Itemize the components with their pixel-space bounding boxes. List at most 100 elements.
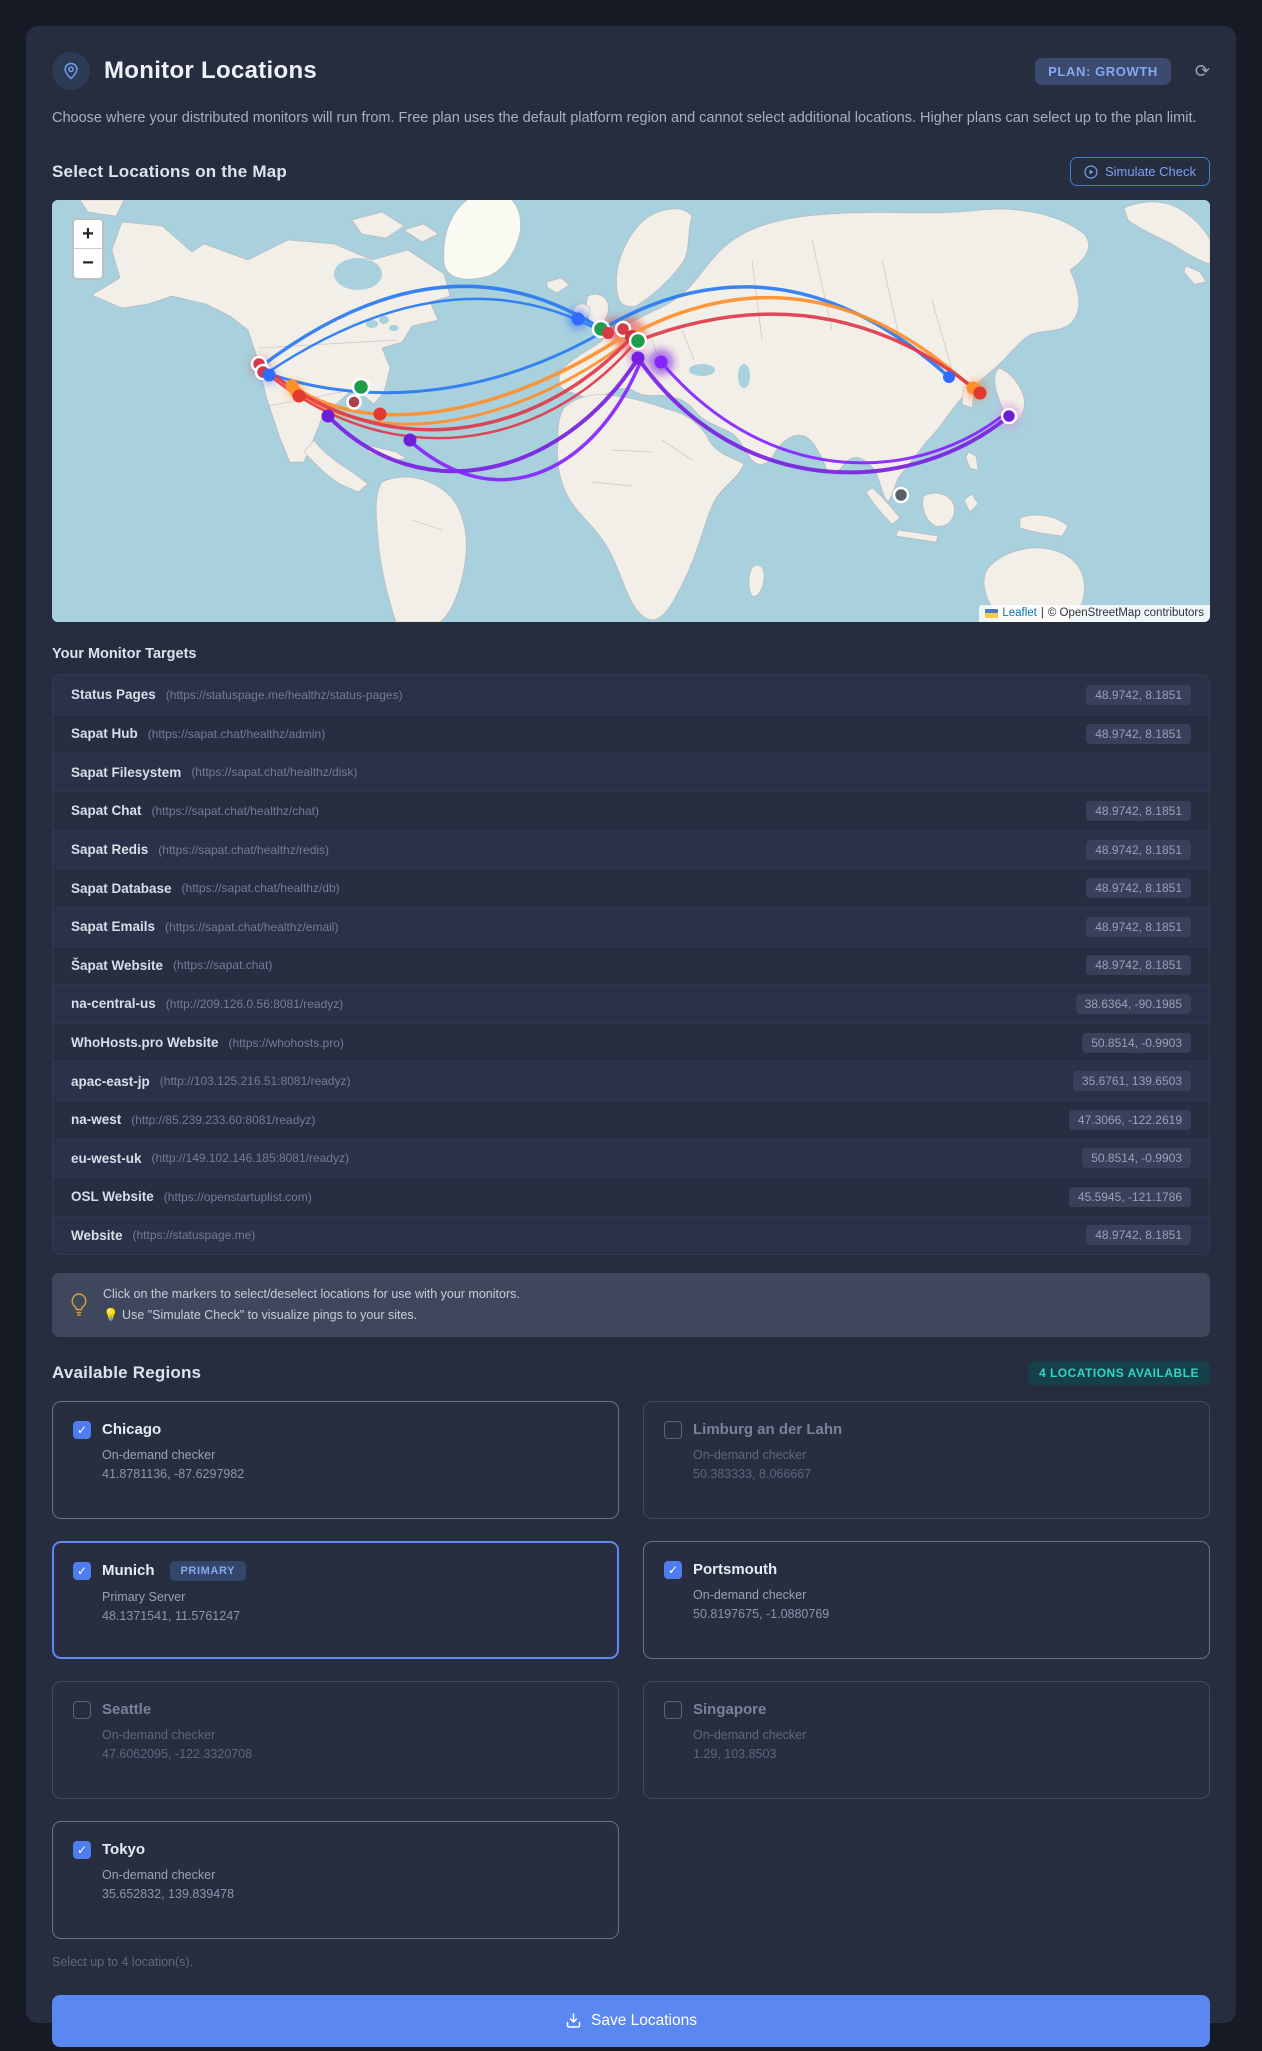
region-subtitle: Primary Server [102, 1589, 186, 1604]
targets-list: Status Pages (https://statuspage.me/heal… [52, 674, 1210, 1256]
region-name: Tokyo [102, 1841, 146, 1859]
target-name: Sapat Database [71, 880, 172, 896]
region-name: Seattle [102, 1701, 152, 1719]
region-checkbox[interactable]: ✓ [73, 1561, 91, 1580]
region-checkbox[interactable]: ✓ [664, 1560, 682, 1579]
map-marker[interactable] [403, 433, 417, 447]
map-marker[interactable] [628, 332, 648, 351]
world-map[interactable]: + − Leaflet | © OpenStreetMap contributo… [52, 200, 1210, 623]
regions-footnote: Select up to 4 location(s). [52, 1954, 194, 1969]
target-row: Status Pages (https://statuspage.me/heal… [53, 675, 1209, 714]
target-url: (https://sapat.chat/healthz/redis) [158, 842, 330, 857]
region-name: Singapore [693, 1701, 767, 1719]
leaflet-link[interactable]: Leaflet [1002, 607, 1037, 619]
target-name: OSL Website [71, 1189, 154, 1205]
plan-badge: PLAN: GROWTH [1035, 57, 1171, 85]
target-coords-badge: 48.9742, 8.1851 [1086, 800, 1191, 821]
map-marker[interactable] [1000, 408, 1018, 425]
region-subtitle: On-demand checker [102, 1727, 216, 1742]
regions-heading: Available Regions [52, 1362, 202, 1382]
refresh-icon[interactable]: ⟳ [1195, 61, 1210, 82]
zoom-in-button[interactable]: + [74, 220, 102, 250]
target-row: apac-east-jp (http://103.125.216.51:8081… [53, 1061, 1209, 1100]
map-marker[interactable] [321, 409, 335, 423]
target-name: Sapat Emails [71, 919, 156, 935]
target-url: (https://sapat.chat/healthz/admin) [147, 726, 326, 741]
target-name: Sapat Redis [71, 842, 149, 858]
map-attribution: Leaflet | © OpenStreetMap contributors [979, 605, 1210, 623]
target-name: Sapat Filesystem [71, 764, 182, 780]
target-url: (https://sapat.chat) [173, 958, 273, 973]
target-coords-badge: 48.9742, 8.1851 [1086, 1225, 1191, 1246]
region-subtitle: On-demand checker [693, 1587, 807, 1602]
region-card[interactable]: ✓ Chicago On-demand checker 41.8781136, … [52, 1400, 619, 1519]
map-marker[interactable] [631, 351, 645, 365]
target-url: (https://sapat.chat/healthz/chat) [151, 803, 319, 818]
tip-box: Click on the markers to select/deselect … [52, 1273, 1210, 1337]
target-coords-badge: 48.9742, 8.1851 [1086, 955, 1191, 976]
map-marker[interactable] [571, 312, 585, 326]
target-row: na-central-us (http://209.126.0.56:8081/… [53, 984, 1209, 1023]
header: Monitor Locations PLAN: GROWTH ⟳ [52, 52, 1210, 90]
page-description: Choose where your distributed monitors w… [52, 110, 1197, 126]
region-checkbox[interactable] [664, 1700, 682, 1719]
region-name: Portsmouth [693, 1561, 778, 1579]
location-pin-icon [52, 52, 90, 90]
target-name: WhoHosts.pro Website [71, 1035, 219, 1051]
target-coords-badge: 38.6364, -90.1985 [1075, 993, 1191, 1014]
map-marker[interactable] [973, 386, 987, 400]
simulate-check-button[interactable]: Simulate Check [1069, 157, 1210, 187]
target-url: (http://149.102.146.185:8081/readyz) [151, 1151, 349, 1166]
region-primary-badge: PRIMARY [169, 1560, 247, 1581]
region-card[interactable]: Seattle On-demand checker 47.6062095, -1… [52, 1680, 619, 1799]
page-title: Monitor Locations [104, 57, 318, 84]
target-url: (http://103.125.216.51:8081/readyz) [159, 1074, 351, 1089]
locations-available-badge: 4 LOCATIONS AVAILABLE [1027, 1360, 1210, 1385]
map-marker[interactable] [262, 368, 276, 382]
region-card[interactable]: ✓ Munich PRIMARY Primary Server 48.13715… [52, 1540, 619, 1659]
target-coords-badge: 45.5945, -121.1786 [1068, 1186, 1191, 1207]
map-zoom-control: + − [72, 218, 104, 281]
region-card[interactable]: Singapore On-demand checker 1.29, 103.85… [643, 1680, 1210, 1799]
target-coords-badge: 48.9742, 8.1851 [1086, 723, 1191, 744]
region-checkbox[interactable] [73, 1700, 91, 1719]
target-url: (https://statuspage.me/healthz/status-pa… [165, 687, 403, 702]
lightbulb-icon [71, 1293, 87, 1316]
map-marker[interactable] [346, 394, 362, 411]
target-row: Sapat Filesystem (https://sapat.chat/hea… [53, 752, 1209, 792]
target-coords-badge: 48.9742, 8.1851 [1086, 878, 1191, 899]
region-card[interactable]: ✓ Portsmouth On-demand checker 50.819767… [643, 1540, 1210, 1659]
map-marker[interactable] [654, 355, 668, 369]
region-checkbox[interactable]: ✓ [73, 1420, 91, 1439]
monitor-locations-panel: Monitor Locations PLAN: GROWTH ⟳ Choose … [26, 26, 1236, 2047]
target-coords-badge: 50.8514, -0.9903 [1082, 1032, 1191, 1053]
target-name: na-west [71, 1112, 122, 1128]
region-checkbox[interactable] [664, 1420, 682, 1439]
map-marker[interactable] [373, 407, 387, 421]
region-card[interactable]: ✓ Tokyo On-demand checker 35.652832, 139… [52, 1820, 619, 1939]
osm-attribution[interactable]: © OpenStreetMap contributors [1048, 607, 1204, 619]
target-name: Status Pages [71, 687, 156, 703]
map-marker[interactable] [292, 389, 306, 403]
target-row: OSL Website (https://openstartuplist.com… [53, 1177, 1209, 1216]
region-subtitle: On-demand checker [693, 1447, 807, 1462]
target-row: Sapat Hub (https://sapat.chat/healthz/ad… [53, 713, 1209, 753]
region-checkbox[interactable]: ✓ [73, 1840, 91, 1859]
zoom-out-button[interactable]: − [74, 249, 102, 279]
target-name: Website [71, 1227, 123, 1243]
region-card[interactable]: Limburg an der Lahn On-demand checker 50… [643, 1400, 1210, 1519]
target-row: eu-west-uk (http://149.102.146.185:8081/… [53, 1138, 1209, 1178]
tip-line-2: 💡 Use "Simulate Check" to visualize ping… [103, 1307, 418, 1322]
map-section-title: Select Locations on the Map [52, 161, 287, 181]
target-name: apac-east-jp [71, 1073, 150, 1089]
map-marker[interactable] [602, 327, 614, 340]
map-marker[interactable] [892, 487, 910, 504]
map-marker[interactable] [351, 378, 371, 397]
region-coords: 48.1371541, 11.5761247 [102, 1608, 241, 1623]
map-marker[interactable] [943, 371, 955, 384]
target-row: WhoHosts.pro Website (https://whohosts.p… [53, 1022, 1209, 1062]
region-subtitle: On-demand checker [102, 1867, 216, 1882]
save-locations-button[interactable]: Save Locations [52, 1994, 1210, 2047]
target-row: Sapat Redis (https://sapat.chat/healthz/… [53, 829, 1209, 869]
target-coords-badge: 50.8514, -0.9903 [1082, 1148, 1191, 1169]
